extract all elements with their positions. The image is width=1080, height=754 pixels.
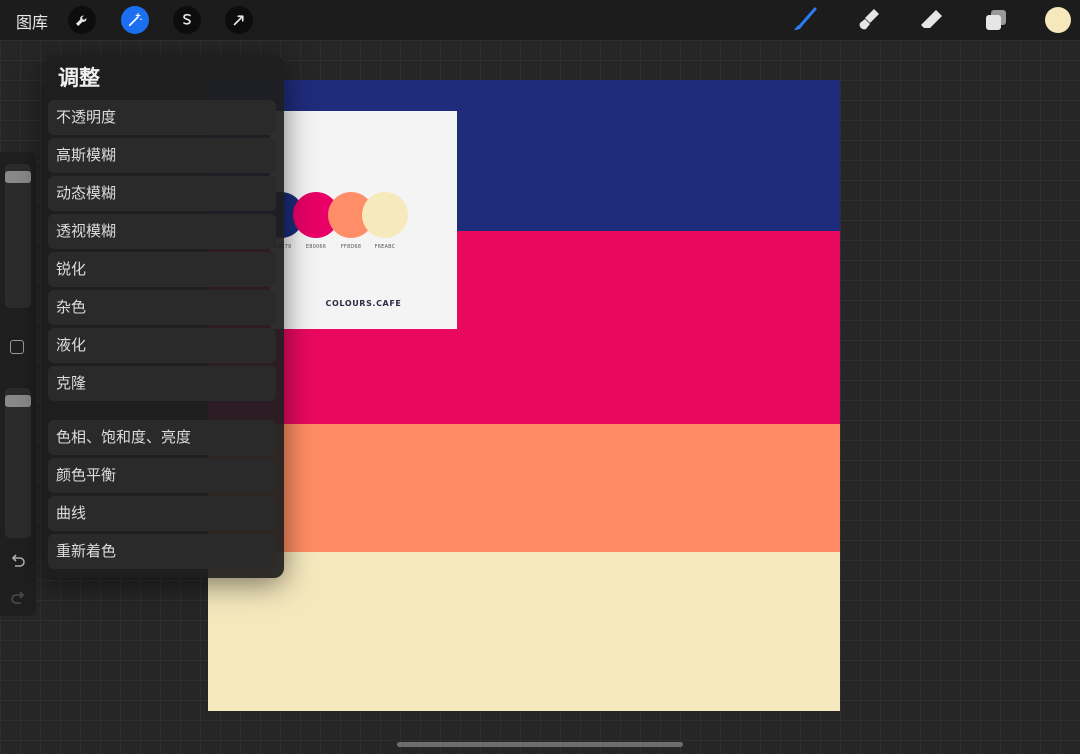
menu-item-sharpen[interactable]: 锐化 <box>48 252 276 287</box>
magic-wand-icon <box>128 13 142 27</box>
wrench-icon <box>76 15 87 26</box>
undo-button[interactable] <box>8 552 28 572</box>
transform-button[interactable] <box>225 6 253 34</box>
smudge-icon <box>859 9 879 30</box>
top-toolbar: 图库 <box>0 0 1080 40</box>
gallery-button[interactable]: 图库 <box>16 9 48 33</box>
brush-opacity-thumb[interactable] <box>5 395 31 407</box>
adjustments-button[interactable] <box>121 6 149 34</box>
panel-title: 调整 <box>58 66 100 90</box>
layers-icon <box>986 10 1006 30</box>
selection-button[interactable] <box>173 6 201 34</box>
menu-item-opacity[interactable]: 不透明度 <box>48 100 276 135</box>
brush-opacity-slider[interactable] <box>5 388 31 538</box>
modify-button-icon[interactable] <box>10 340 24 354</box>
paint-tool-button[interactable] <box>790 6 818 34</box>
drawing-canvas[interactable]: 1A2C79 E80066 FF8D68 F6EABC COLOURS.CAFE <box>208 80 840 711</box>
home-indicator[interactable] <box>397 742 683 747</box>
swatch-cream <box>362 192 408 238</box>
color-picker-button[interactable] <box>1045 7 1071 33</box>
menu-item-hue-saturation-brightness[interactable]: 色相、饱和度、亮度 <box>48 420 276 455</box>
menu-item-clone[interactable]: 克隆 <box>48 366 276 401</box>
eraser-icon <box>921 10 942 28</box>
actions-button[interactable] <box>68 6 96 34</box>
menu-item-gaussian-blur[interactable]: 高斯模糊 <box>48 138 276 173</box>
brush-size-thumb[interactable] <box>5 171 31 183</box>
palette-card: 1A2C79 E80066 FF8D68 F6EABC COLOURS.CAFE <box>258 111 457 329</box>
undo-icon <box>11 554 25 567</box>
coral-stripe <box>208 424 840 552</box>
eraser-tool-button[interactable] <box>918 6 946 34</box>
menu-item-color-balance[interactable]: 颜色平衡 <box>48 458 276 493</box>
menu-item-noise[interactable]: 杂色 <box>48 290 276 325</box>
brush-size-slider[interactable] <box>5 164 31 308</box>
smudge-tool-button[interactable] <box>855 6 883 34</box>
redo-button[interactable] <box>8 589 28 609</box>
side-toolbar <box>0 152 36 616</box>
redo-icon <box>11 591 25 604</box>
cream-stripe <box>208 552 840 711</box>
selection-s-icon <box>183 13 191 25</box>
palette-swatches: 1A2C79 E80066 FF8D68 F6EABC <box>258 192 457 250</box>
arrow-cursor-icon <box>233 15 244 26</box>
brush-icon <box>794 7 817 30</box>
menu-item-curves[interactable]: 曲线 <box>48 496 276 531</box>
swatch-hex-label: F6EABC <box>374 244 396 250</box>
menu-item-liquify[interactable]: 液化 <box>48 328 276 363</box>
layers-button[interactable] <box>982 6 1010 34</box>
menu-item-perspective-blur[interactable]: 透视模糊 <box>48 214 276 249</box>
menu-item-motion-blur[interactable]: 动态模糊 <box>48 176 276 211</box>
menu-item-recolor[interactable]: 重新着色 <box>48 534 276 569</box>
adjustments-popover: 调整 不透明度 高斯模糊 动态模糊 透视模糊 锐化 杂色 液化 克隆 色相、饱和… <box>44 56 284 578</box>
brand-label: COLOURS.CAFE <box>325 299 402 308</box>
